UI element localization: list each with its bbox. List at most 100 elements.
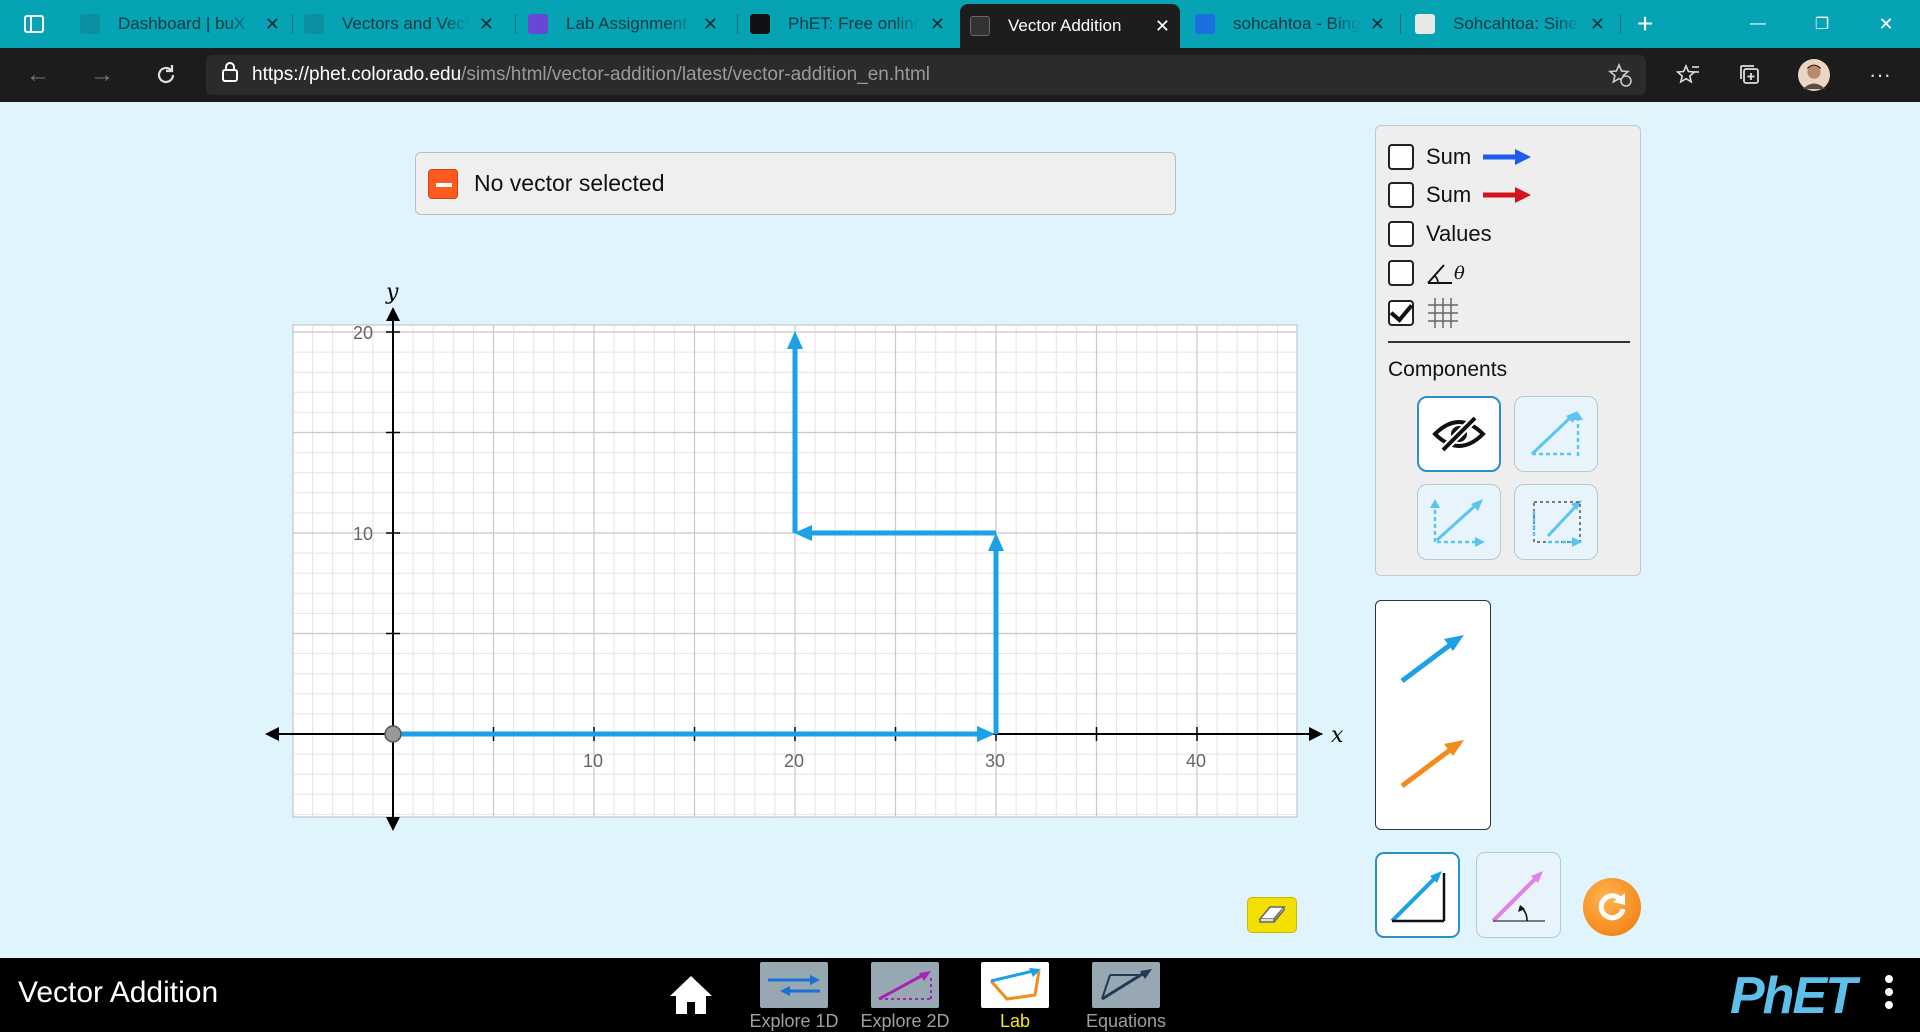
readout-text: No vector selected — [474, 170, 665, 196]
tab-favicon-icon — [1415, 14, 1435, 34]
avatar[interactable] — [1798, 59, 1830, 91]
angle-checkbox[interactable] — [1388, 260, 1414, 286]
url-host: https://phet.colorado.edu — [252, 64, 462, 85]
y-axis-down-arrow — [386, 817, 400, 831]
tab-dashboard[interactable]: Dashboard | buX ✕ — [70, 0, 290, 48]
tab-separator — [1620, 14, 1621, 34]
values-checkbox[interactable] — [1388, 221, 1414, 247]
forward-icon[interactable]: → — [86, 59, 118, 91]
home-icon[interactable] — [668, 974, 714, 1016]
tab-sohcahtoa-bing[interactable]: sohcahtoa - Bing ✕ — [1185, 0, 1395, 48]
graph[interactable]: x y 10 20 30 40 10 20 — [255, 227, 1345, 907]
polar-icon — [1491, 871, 1545, 923]
tab-phet-free[interactable]: PhET: Free online ✕ — [740, 0, 955, 48]
collapse-icon[interactable] — [428, 168, 458, 199]
minimize-button[interactable]: — — [1740, 8, 1776, 40]
tab-separator — [292, 14, 293, 34]
phet-menu-icon[interactable] — [1885, 975, 1895, 1014]
back-icon[interactable]: ← — [22, 59, 54, 91]
tab-separator — [737, 14, 738, 34]
cartesian-mode-button[interactable] — [1375, 852, 1460, 938]
collections-icon[interactable] — [1734, 59, 1766, 91]
close-icon[interactable]: ✕ — [930, 14, 945, 35]
blue-vector-creator[interactable] — [1398, 631, 1468, 685]
tab-vector-addition[interactable]: Vector Addition ✕ — [960, 4, 1180, 48]
tab-bar: Dashboard | buX ✕ Vectors and Vect ✕ Lab… — [0, 0, 1920, 48]
sum2-checkbox-row[interactable]: Sum — [1388, 180, 1533, 210]
tab-favicon-icon — [80, 14, 100, 34]
sim-title: Vector Addition — [18, 976, 219, 1009]
blue-sum-arrow-icon — [1483, 149, 1532, 165]
close-icon[interactable]: ✕ — [1590, 14, 1605, 35]
sum1-checkbox[interactable] — [1388, 144, 1414, 170]
tab-lab-assignment[interactable]: Lab Assignment ✕ — [518, 0, 728, 48]
phet-logo[interactable]: PhET — [1730, 970, 1857, 1022]
equations-thumbnail — [1092, 962, 1160, 1008]
grid-checkbox-row[interactable] — [1388, 298, 1460, 328]
x-axis-left-arrow — [265, 727, 279, 741]
screen-equations[interactable]: Equations — [1081, 962, 1171, 1032]
explore-1d-thumbnail — [760, 962, 828, 1008]
polar-mode-button[interactable] — [1476, 852, 1561, 938]
grid-checkbox[interactable] — [1388, 300, 1414, 326]
lab-thumbnail — [981, 962, 1049, 1008]
close-icon[interactable]: ✕ — [479, 14, 494, 35]
components-projection-button[interactable] — [1514, 484, 1598, 560]
x-tick-label: 30 — [985, 751, 1005, 771]
values-checkbox-row[interactable]: Values — [1388, 219, 1492, 249]
origin-handle[interactable] — [384, 725, 402, 743]
url-path: /sims/html/vector-addition/latest/vector… — [461, 64, 931, 85]
tab-vectors[interactable]: Vectors and Vect ✕ — [294, 0, 504, 48]
graph-controls-panel: Sum Sum Values θ Components — [1375, 125, 1641, 576]
tab-title: Vector Addition — [1008, 16, 1122, 35]
close-icon[interactable]: ✕ — [265, 14, 280, 35]
vector-creator-panel — [1375, 600, 1491, 830]
screen-label: Explore 2D — [860, 1011, 950, 1031]
add-favorite-icon[interactable] — [1608, 62, 1632, 93]
tab-title: Vectors and Vect — [342, 14, 469, 33]
tab-separator — [1400, 14, 1401, 34]
window-close-button[interactable]: ✕ — [1868, 8, 1904, 40]
tab-title: Sohcahtoa: Sine, — [1453, 14, 1580, 33]
y-tick-label: 10 — [353, 524, 373, 544]
tab-separator — [515, 14, 516, 34]
settings-more-icon[interactable]: ··· — [1864, 59, 1896, 91]
close-icon[interactable]: ✕ — [703, 14, 718, 35]
grid-icon — [1428, 298, 1458, 328]
tab-title: PhET: Free online — [788, 14, 920, 33]
tab-sohcahtoa-sine[interactable]: Sohcahtoa: Sine, ✕ — [1405, 0, 1615, 48]
reset-all-button[interactable] — [1583, 878, 1641, 936]
tab-actions-icon[interactable] — [16, 8, 52, 40]
tab-title: Dashboard | buX — [118, 14, 246, 33]
phet-favicon-icon — [970, 16, 990, 36]
favorites-icon[interactable] — [1672, 59, 1704, 91]
screen-lab[interactable]: Lab — [970, 962, 1060, 1032]
vector-values-readout[interactable]: No vector selected — [415, 152, 1176, 215]
sim-area: No vector selected x y 10 20 30 40 10 20 — [0, 102, 1920, 958]
eye-slash-icon — [1432, 415, 1486, 453]
components-parallelogram-button[interactable] — [1417, 484, 1501, 560]
maximize-button[interactable]: ❐ — [1804, 8, 1840, 40]
eraser-button[interactable] — [1247, 897, 1297, 933]
y-axis-up-arrow — [386, 307, 400, 321]
components-invisible-button[interactable] — [1417, 396, 1501, 472]
sum1-checkbox-row[interactable]: Sum — [1388, 142, 1533, 172]
panel-divider — [1388, 341, 1630, 343]
new-tab-button[interactable]: + — [1627, 8, 1663, 40]
close-icon[interactable]: ✕ — [1155, 16, 1170, 37]
components-triangle-button[interactable] — [1514, 396, 1598, 472]
lock-icon — [222, 62, 238, 88]
screen-label: Equations — [1085, 1011, 1167, 1031]
sum1-label: Sum — [1426, 144, 1472, 169]
phet-favicon-icon — [750, 14, 770, 34]
screen-explore-1d[interactable]: Explore 1D — [749, 962, 839, 1032]
close-icon[interactable]: ✕ — [1370, 14, 1385, 35]
orange-vector-creator[interactable] — [1398, 736, 1468, 790]
screen-explore-2d[interactable]: Explore 2D — [860, 962, 950, 1032]
url-input[interactable]: https://phet.colorado.edu/sims/html/vect… — [206, 55, 1646, 95]
tab-favicon-icon — [304, 14, 324, 34]
axis-components-icon — [1430, 499, 1485, 547]
sum2-checkbox[interactable] — [1388, 182, 1414, 208]
refresh-icon[interactable] — [150, 59, 182, 91]
angle-checkbox-row[interactable]: θ — [1388, 258, 1465, 288]
